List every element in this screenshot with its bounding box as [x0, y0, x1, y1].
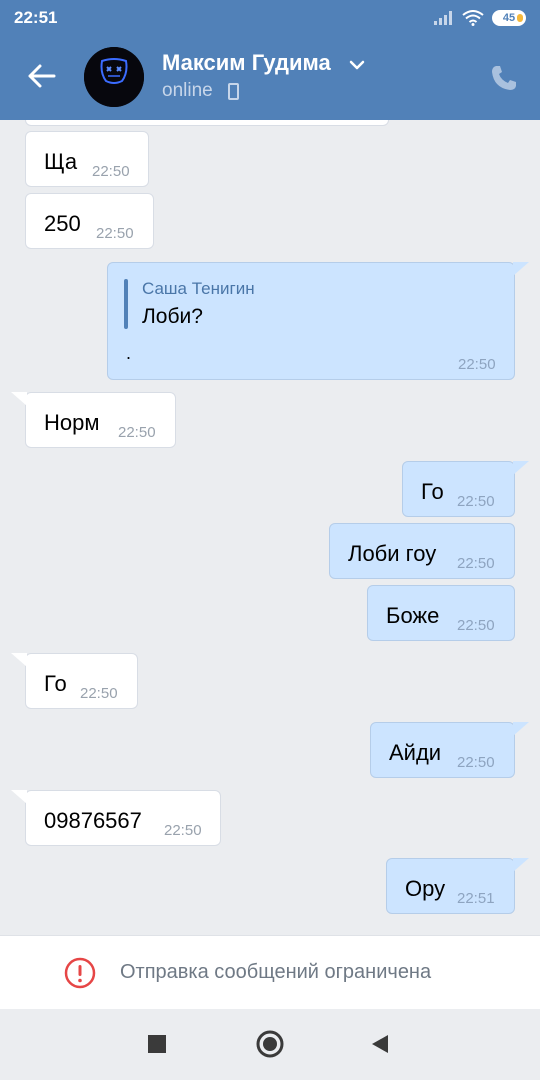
battery-charge-icon: [517, 14, 523, 22]
status-bar: 22:51 45: [0, 0, 540, 36]
arrow-left-icon[interactable]: [24, 58, 60, 94]
message-bubble-outgoing[interactable]: Лоби гоу 22:50: [329, 523, 515, 579]
message-time: 22:50: [118, 424, 156, 441]
message-time: 22:50: [457, 555, 495, 572]
exclamation-circle-icon: [64, 957, 96, 989]
bubble-tail: [513, 722, 529, 736]
battery-indicator: 45: [492, 10, 526, 26]
phone-device-icon: [228, 83, 239, 100]
message-text: 09876567: [44, 808, 142, 833]
message-time: 22:50: [92, 163, 130, 180]
message-time: 22:50: [457, 493, 495, 510]
reply-quote-bar: [124, 279, 128, 329]
contact-name[interactable]: Максим Гудима: [162, 50, 331, 76]
wifi-icon: [462, 10, 484, 26]
messaging-restricted-banner: Отправка сообщений ограничена: [0, 935, 540, 1009]
reply-author[interactable]: Саша Тенигин: [142, 279, 255, 299]
phone-call-icon[interactable]: [488, 62, 520, 94]
status-icons: 45: [434, 9, 526, 27]
message-text: Ору: [405, 876, 446, 901]
message-bubble-incoming[interactable]: Норм 22:50: [25, 392, 176, 448]
message-text: 250: [44, 211, 81, 236]
message-bubble-incoming[interactable]: 09876567 22:50: [25, 790, 221, 846]
message-time: 22:51: [457, 890, 495, 907]
message-bubble-incoming[interactable]: Ща 22:50: [25, 131, 149, 187]
system-nav-bar: [0, 1009, 540, 1080]
message-text: Лоби гоу: [348, 541, 437, 566]
message-time: 22:50: [80, 685, 118, 702]
message-bubble-partial: [25, 120, 389, 126]
message-text: .: [126, 343, 132, 363]
message-time: 22:50: [96, 225, 134, 242]
message-bubble-outgoing[interactable]: Айди 22:50: [370, 722, 515, 778]
triangle-back-icon[interactable]: [368, 1031, 394, 1057]
avatar[interactable]: [84, 47, 144, 107]
restricted-text: Отправка сообщений ограничена: [120, 961, 432, 983]
message-bubble-incoming[interactable]: Го 22:50: [25, 653, 138, 709]
message-bubble-incoming[interactable]: 250 22:50: [25, 193, 154, 249]
message-bubble-outgoing-reply[interactable]: Саша Тенигин Лоби? . 22:50: [107, 262, 515, 380]
battery-level: 45: [502, 12, 516, 24]
message-time: 22:50: [457, 754, 495, 771]
chevron-down-icon[interactable]: [348, 58, 366, 72]
bubble-tail: [513, 262, 529, 276]
message-text: Норм: [44, 410, 100, 435]
message-bubble-outgoing[interactable]: Го 22:50: [402, 461, 515, 517]
circle-home-icon[interactable]: [255, 1029, 285, 1059]
presence-status: online: [162, 80, 213, 101]
message-text: Го: [421, 479, 444, 504]
bubble-tail: [11, 392, 27, 406]
status-time: 22:51: [14, 8, 58, 27]
message-text: Боже: [386, 603, 440, 628]
chat-header: 22:51 45 Максим Гудима online: [0, 0, 540, 120]
avatar-mask-icon: [84, 47, 144, 107]
message-time: 22:50: [458, 356, 496, 373]
message-bubble-outgoing[interactable]: Боже 22:50: [367, 585, 515, 641]
message-text: Айди: [389, 740, 442, 765]
message-time: 22:50: [457, 617, 495, 634]
message-list[interactable]: Ща 22:50 250 22:50 Саша Тенигин Лоби? . …: [0, 120, 540, 935]
bubble-tail: [513, 461, 529, 475]
square-recents-icon[interactable]: [144, 1031, 170, 1057]
signal-icon: [434, 11, 452, 25]
reply-text: Лоби?: [142, 305, 203, 328]
bubble-tail: [513, 858, 529, 872]
message-time: 22:50: [164, 822, 202, 839]
message-bubble-outgoing[interactable]: Ору 22:51: [386, 858, 515, 914]
bubble-tail: [11, 653, 27, 667]
message-text: Ща: [44, 149, 78, 174]
message-text: Го: [44, 671, 67, 696]
bubble-tail: [11, 790, 27, 804]
